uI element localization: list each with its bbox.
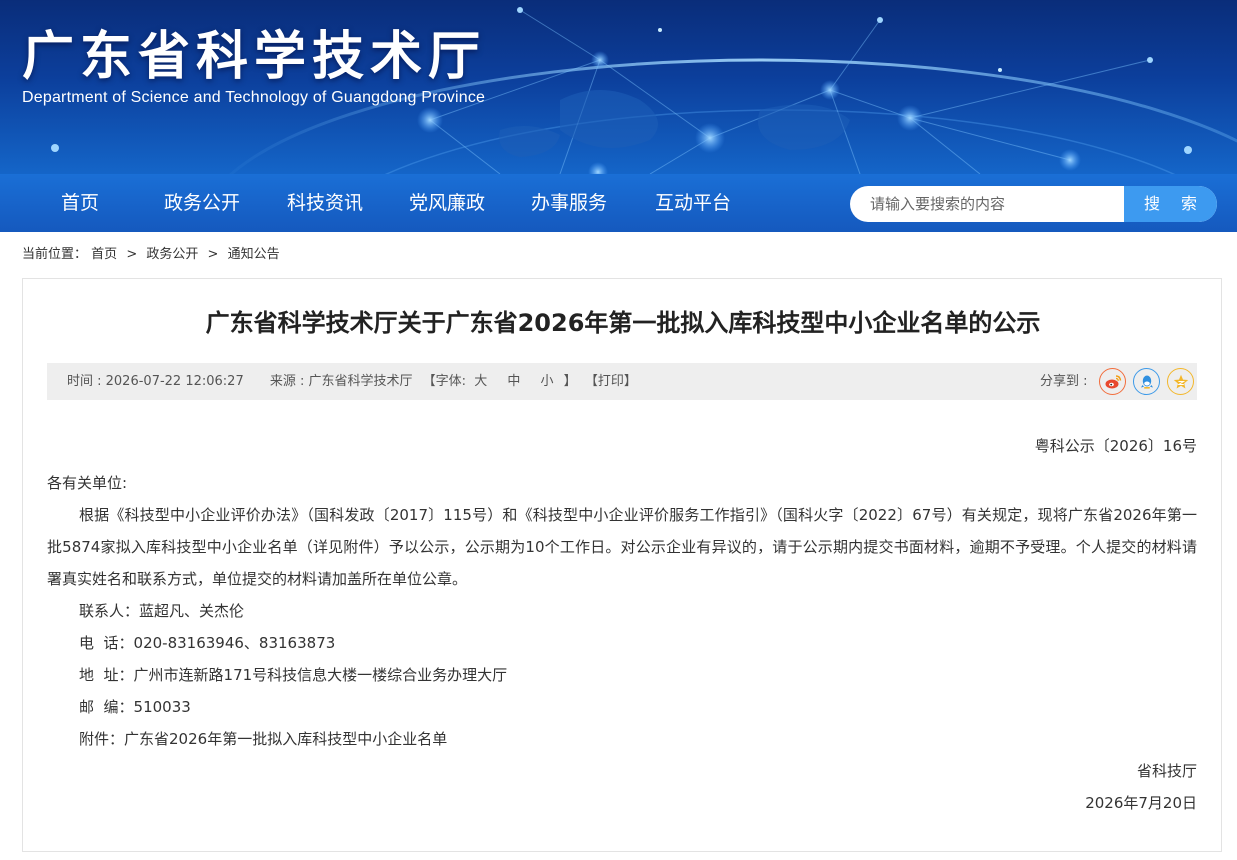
nav-item-party-integrity[interactable]: 党风廉政 bbox=[409, 174, 485, 232]
weibo-icon[interactable] bbox=[1099, 368, 1126, 395]
font-size-medium[interactable]: 中 bbox=[507, 363, 520, 400]
nav-item-tech-news[interactable]: 科技资讯 bbox=[287, 174, 363, 232]
attachment-line: 附件：广东省2026年第一批拟入库科技型中小企业名单 bbox=[47, 723, 1197, 755]
font-size-large[interactable]: 大 bbox=[474, 363, 487, 400]
search-input[interactable] bbox=[850, 186, 1124, 222]
site-subtitle: Department of Science and Technology of … bbox=[22, 89, 486, 106]
attachment-label: 附件： bbox=[79, 730, 125, 748]
qzone-icon[interactable] bbox=[1167, 368, 1194, 395]
breadcrumb: 当前位置： 首页 > 政务公开 > 通知公告 bbox=[22, 243, 280, 262]
contact-postcode: 邮 编：510033 bbox=[79, 698, 191, 716]
publish-time: 时间 : 2026-07-22 12:06:27 bbox=[67, 374, 244, 389]
breadcrumb-home[interactable]: 首页 bbox=[91, 247, 117, 262]
contact-address: 地 址：广州市连新路171号科技信息大楼一楼综合业务办理大厅 bbox=[79, 666, 508, 684]
body-paragraph: 根据《科技型中小企业评价办法》（国科发政〔2017〕115号）和《科技型中小企业… bbox=[47, 506, 1197, 588]
font-size-small[interactable]: 小 bbox=[541, 363, 554, 400]
breadcrumb-separator: > bbox=[207, 247, 219, 262]
contact-phone: 电 话：020-83163946、83163873 bbox=[79, 634, 336, 652]
site-banner: 广东省科学技术厅 Department of Science and Techn… bbox=[0, 0, 1237, 174]
signature-date: 2026年7月20日 bbox=[1085, 794, 1197, 812]
attachment-link[interactable]: 广东省2026年第一批拟入库科技型中小企业名单 bbox=[124, 730, 447, 748]
salutation: 各有关单位: bbox=[47, 474, 128, 492]
breadcrumb-separator: > bbox=[126, 247, 138, 262]
search-button[interactable]: 搜 索 bbox=[1124, 186, 1217, 222]
nav-item-interaction[interactable]: 互动平台 bbox=[655, 174, 731, 232]
nav-item-services[interactable]: 办事服务 bbox=[531, 174, 607, 232]
font-size-label: 【字体: bbox=[422, 374, 467, 389]
document-number: 粤科公示〔2026〕16号 bbox=[1034, 437, 1197, 455]
print-link[interactable]: 【打印】 bbox=[585, 363, 637, 400]
nav-item-government-affairs[interactable]: 政务公开 bbox=[164, 174, 240, 232]
font-size-label-end: 】 bbox=[563, 374, 577, 389]
article-panel: 广东省科学技术厅关于广东省2026年第一批拟入库科技型中小企业名单的公示 时间 … bbox=[22, 278, 1222, 852]
contact-person: 联系人：蓝超凡、关杰伦 bbox=[79, 602, 245, 620]
signature: 省科技厅 bbox=[1136, 762, 1197, 780]
breadcrumb-prefix: 当前位置： bbox=[22, 247, 88, 262]
article-source: 来源 : 广东省科学技术厅 bbox=[269, 374, 413, 389]
article-body: 各有关单位: 根据《科技型中小企业评价办法》（国科发政〔2017〕115号）和《… bbox=[47, 467, 1197, 819]
nav-item-home[interactable]: 首页 bbox=[61, 174, 99, 232]
site-title: 广东省科学技术厅 bbox=[22, 27, 487, 87]
qq-icon[interactable] bbox=[1133, 368, 1160, 395]
article-title: 广东省科学技术厅关于广东省2026年第一批拟入库科技型中小企业名单的公示 bbox=[205, 309, 1041, 337]
search-box: 搜 索 bbox=[850, 186, 1217, 222]
breadcrumb-government-affairs[interactable]: 政务公开 bbox=[146, 247, 198, 262]
main-nav: 首页 政务公开 科技资讯 党风廉政 办事服务 互动平台 搜 索 bbox=[0, 174, 1237, 232]
share-label: 分享到 : bbox=[1040, 374, 1088, 389]
breadcrumb-notices[interactable]: 通知公告 bbox=[228, 247, 280, 262]
article-meta-bar: 时间 : 2026-07-22 12:06:27 来源 : 广东省科学技术厅 【… bbox=[47, 363, 1197, 400]
